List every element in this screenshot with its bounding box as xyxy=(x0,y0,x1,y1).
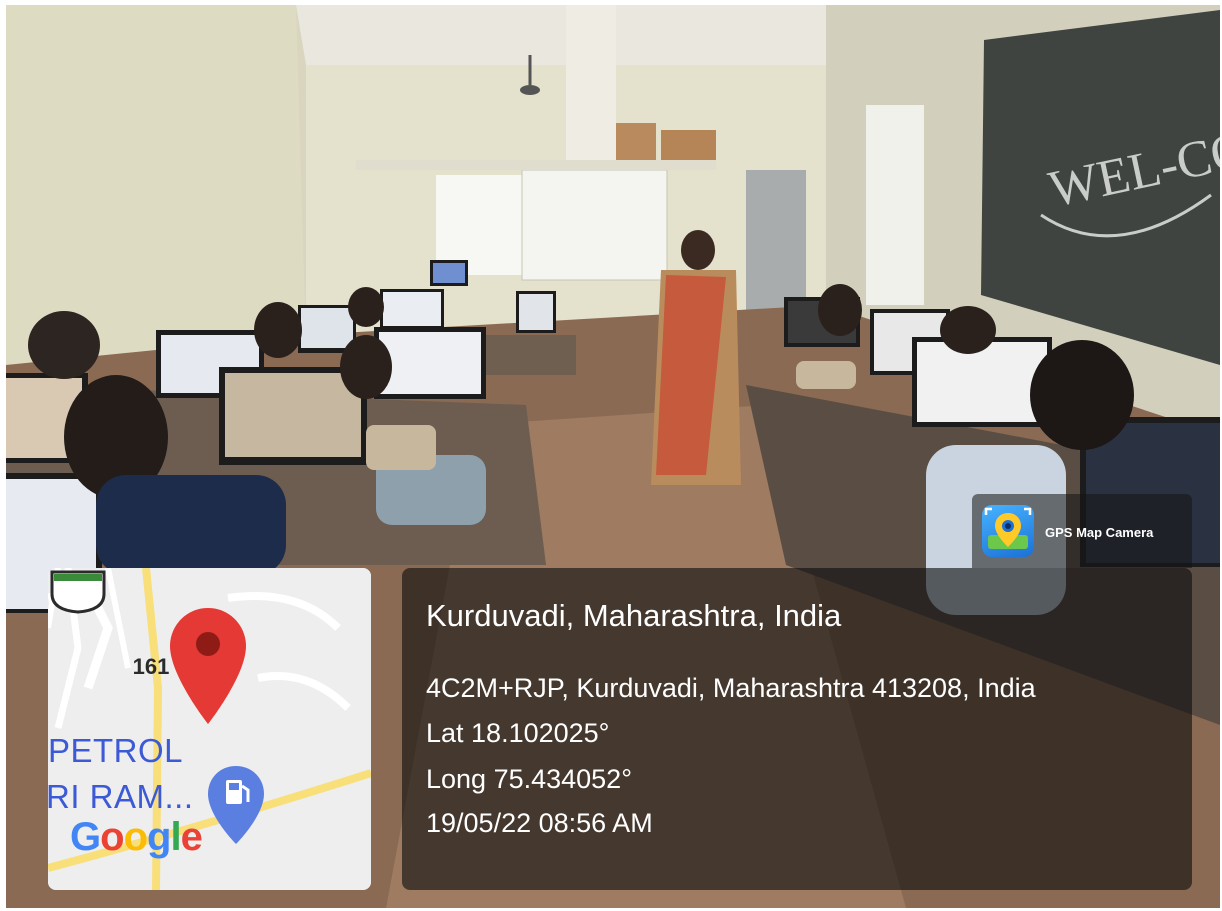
google-logo-letter: l xyxy=(170,815,181,859)
google-logo-letter: e xyxy=(180,815,203,859)
gps-map-camera-label: GPS Map Camera xyxy=(1045,525,1154,540)
google-logo-letter: G xyxy=(70,815,101,859)
gps-map-camera-badge: GPS Map Camera xyxy=(972,494,1192,568)
google-logo-letter: o xyxy=(123,815,148,859)
gps-photo-frame: WEL-COME 161 PETROL RI RAM... Google Kur… xyxy=(0,0,1222,911)
location-info-panel: Kurduvadi, Maharashtra, India 4C2M+RJP, … xyxy=(402,568,1192,890)
timestamp-line: 19/05/22 08:56 AM xyxy=(426,808,653,838)
google-logo-letter: o xyxy=(100,815,124,859)
google-logo: Google xyxy=(70,815,203,860)
map-poi-label-2: RI RAM... xyxy=(48,778,194,815)
fuel-pump-icon xyxy=(208,766,264,844)
address-line: 4C2M+RJP, Kurduvadi, Maharashtra 413208,… xyxy=(426,673,1036,703)
longitude-line: Long 75.434052° xyxy=(426,764,632,794)
map-poi-label-1: PETROL xyxy=(48,732,184,769)
latitude-line: Lat 18.102025° xyxy=(426,718,610,748)
location-pin-icon xyxy=(170,608,246,724)
classroom-photo: WEL-COME 161 PETROL RI RAM... Google Kur… xyxy=(6,5,1220,908)
place-title: Kurduvadi, Maharashtra, India xyxy=(426,598,842,633)
gps-map-camera-app-icon xyxy=(982,505,1034,557)
camera-pin-icon xyxy=(984,507,1032,549)
google-logo-letter: g xyxy=(147,815,171,859)
map-thumbnail: 161 PETROL RI RAM... Google xyxy=(48,568,371,890)
route-shield-icon xyxy=(50,570,106,614)
